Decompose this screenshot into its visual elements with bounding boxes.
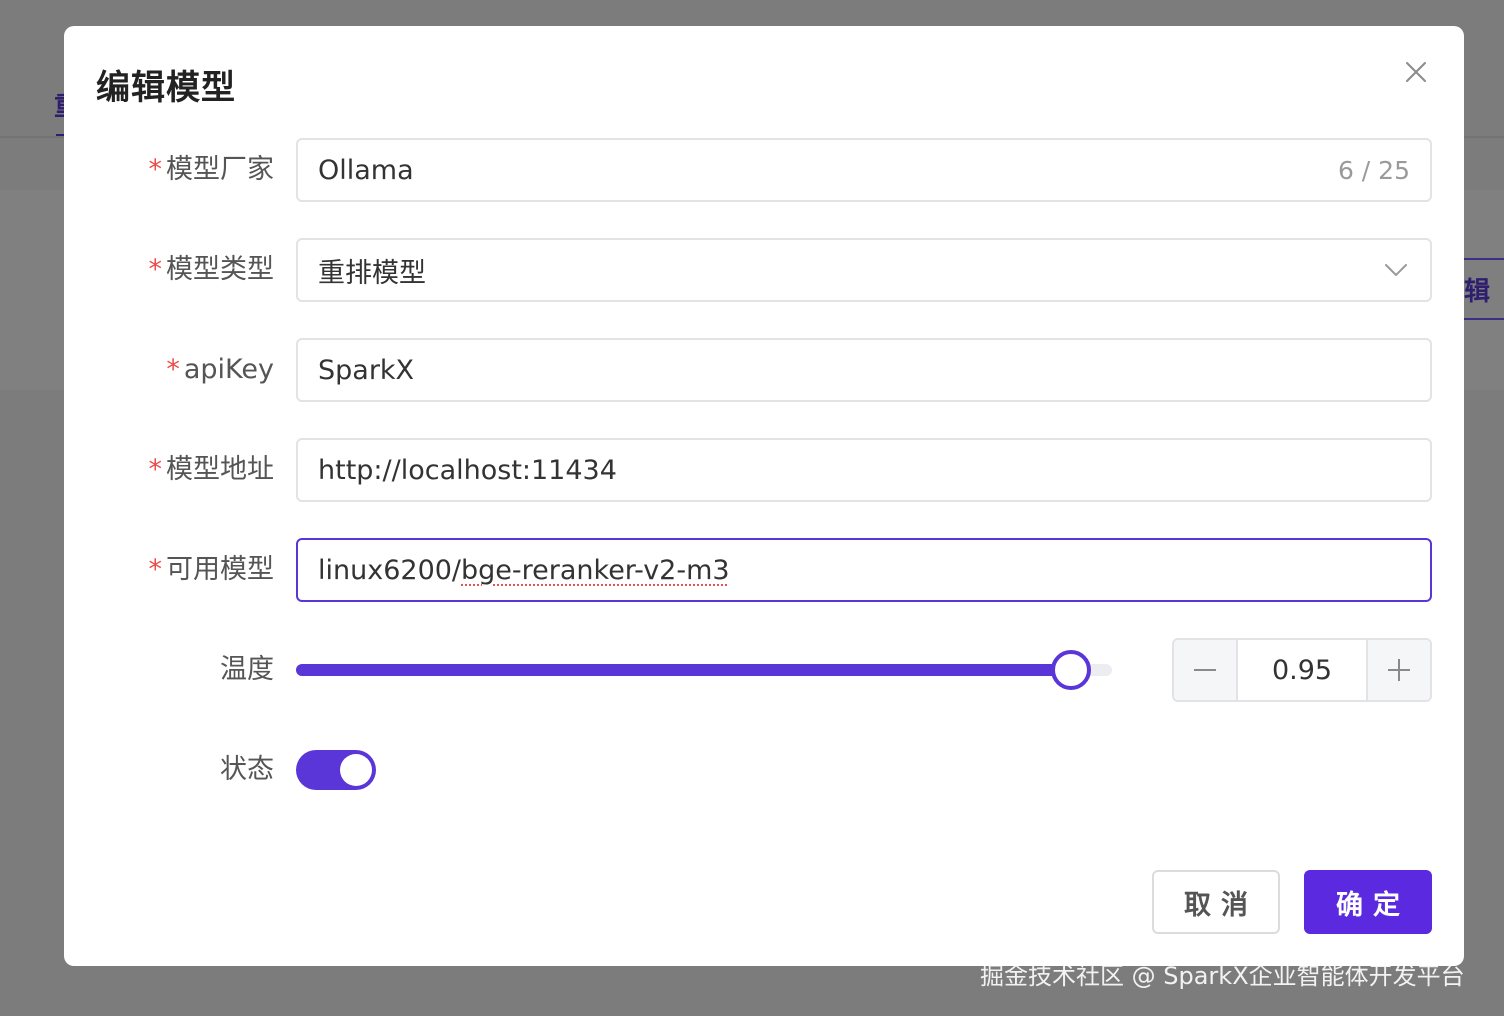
status-label: 状态 (220, 754, 274, 785)
increment-button[interactable] (1366, 640, 1430, 700)
temperature-value[interactable]: 0.95 (1238, 640, 1366, 700)
available-model-value: linux6200/bge-reranker-v2-m3 (318, 554, 730, 586)
close-button[interactable] (1398, 54, 1434, 90)
minus-icon (1194, 669, 1216, 671)
available-model-input[interactable]: linux6200/bge-reranker-v2-m3 (296, 538, 1432, 602)
apikey-value: SparkX (318, 354, 415, 386)
type-label: * 模型类型 (148, 254, 275, 285)
type-select[interactable]: 重排模型 (296, 238, 1432, 302)
apikey-input[interactable]: SparkX (296, 338, 1432, 402)
vendor-value: Ollama (318, 154, 414, 186)
type-value: 重排模型 (318, 257, 426, 289)
required-mark: * (148, 554, 163, 585)
vendor-label: * 模型厂家 (148, 154, 275, 185)
address-input[interactable]: http://localhost:11434 (296, 438, 1432, 502)
char-counter: 6 / 25 (1337, 155, 1410, 185)
toggle-knob (340, 754, 372, 786)
dialog-title: 编辑模型 (96, 68, 236, 108)
background-edit-label: 辑 (1464, 276, 1491, 307)
required-mark: * (148, 254, 163, 285)
required-mark: * (148, 454, 163, 485)
temperature-label: 温度 (220, 654, 274, 685)
apikey-label: * apiKey (166, 354, 274, 385)
slider-handle[interactable] (1051, 650, 1091, 690)
address-label: * 模型地址 (148, 454, 275, 485)
available-model-label: * 可用模型 (148, 554, 275, 585)
required-mark: * (148, 154, 163, 185)
status-toggle[interactable] (296, 750, 376, 790)
cancel-button[interactable]: 取消 (1152, 870, 1280, 934)
temperature-stepper: 0.95 (1172, 638, 1432, 702)
plus-icon (1388, 659, 1410, 681)
temperature-slider[interactable] (296, 650, 1112, 690)
edit-model-dialog: 编辑模型 * 模型厂家 Ollama 6 / 25 * 模型类型 重排模型 * api… (64, 26, 1464, 966)
slider-fill (296, 664, 1071, 676)
confirm-button[interactable]: 确定 (1304, 870, 1432, 934)
vendor-input[interactable]: Ollama 6 / 25 (296, 138, 1432, 202)
required-mark: * (166, 354, 180, 385)
chevron-down-icon (1382, 256, 1410, 284)
close-icon (1406, 62, 1426, 82)
address-value: http://localhost:11434 (318, 454, 617, 486)
watermark: 掘金技术社区 @ SparkX企业智能体开发平台 (980, 962, 1465, 990)
decrement-button[interactable] (1174, 640, 1238, 700)
